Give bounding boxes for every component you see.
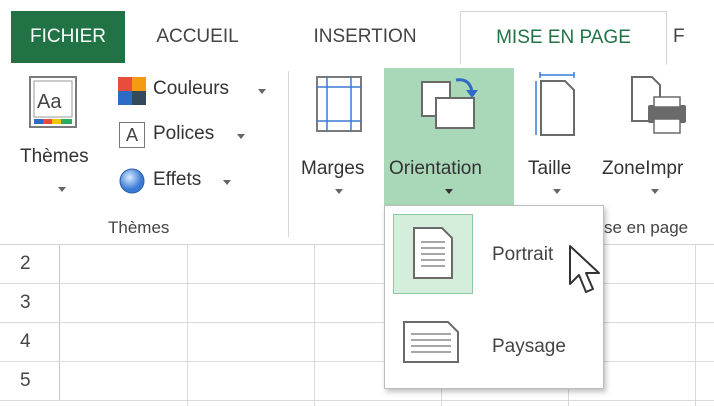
portrait-icon-box [393, 214, 473, 294]
tab-file[interactable]: FICHIER [11, 11, 125, 63]
mouse-cursor-icon [569, 245, 600, 293]
ribbon-panel: Aa Thèmes Couleurs A Polices Effets Thèm… [0, 63, 714, 245]
themes-icon: Aa [29, 76, 77, 128]
portrait-label: Portrait [492, 244, 554, 265]
size-button[interactable]: Taille [520, 71, 592, 203]
chevron-down-icon [223, 180, 231, 185]
row-header[interactable]: 5 [0, 362, 60, 400]
print-area-icon [631, 76, 686, 134]
size-icon [535, 72, 575, 136]
orientation-button[interactable]: Orientation [384, 68, 514, 208]
chevron-down-icon [258, 89, 266, 94]
effects-label: Effets [153, 169, 202, 190]
row-header[interactable]: 4 [0, 323, 60, 361]
table-row: 2 [0, 245, 714, 284]
tab-formulas-partial[interactable]: F [665, 11, 714, 63]
colors-button[interactable]: Couleurs [117, 75, 277, 107]
chevron-down-icon [553, 189, 561, 194]
effects-button[interactable]: Effets [117, 166, 277, 198]
svg-text:Aa: Aa [37, 91, 62, 113]
column-gridline [314, 245, 315, 406]
margins-label: Marges [301, 158, 365, 179]
row-header[interactable]: 3 [0, 284, 60, 322]
fonts-icon: A [119, 122, 145, 148]
table-row: 4 [0, 323, 714, 362]
tab-page-layout[interactable]: MISE EN PAGE [460, 11, 667, 65]
table-row: 5 [0, 362, 714, 401]
chevron-down-icon [237, 134, 245, 139]
colors-icon [118, 77, 146, 105]
row-header[interactable]: 2 [0, 245, 60, 283]
size-label: Taille [528, 158, 572, 179]
worksheet-grid: 2 3 4 5 [0, 245, 714, 406]
themes-button[interactable]: Aa Thèmes [14, 71, 106, 203]
print-area-label: ZoneImpr [602, 158, 684, 179]
tab-insert[interactable]: INSERTION [270, 11, 460, 63]
page-setup-group-label: se en page [604, 218, 689, 237]
chevron-down-icon [335, 189, 343, 194]
tab-home[interactable]: ACCUEIL [125, 11, 270, 63]
themes-button-label: Thèmes [20, 146, 89, 167]
group-separator [288, 71, 289, 237]
print-area-button[interactable]: ZoneImpr [598, 71, 714, 203]
effects-icon [119, 168, 145, 194]
ribbon-tab-bar: FICHIER ACCUEIL INSERTION MISE EN PAGE F [0, 0, 714, 65]
colors-label: Couleurs [153, 78, 230, 99]
margins-button[interactable]: Marges [298, 71, 380, 203]
orientation-label: Orientation [389, 158, 482, 179]
table-row: 3 [0, 284, 714, 323]
themes-group-label: Thèmes [108, 218, 170, 237]
orientation-icon [421, 78, 478, 129]
portrait-page-icon [413, 227, 453, 279]
landscape-label: Paysage [492, 336, 566, 357]
column-gridline [695, 245, 696, 406]
chevron-down-icon [58, 187, 66, 192]
landscape-page-icon [403, 321, 459, 363]
margins-icon [316, 76, 362, 132]
column-gridline [187, 245, 188, 406]
fonts-button[interactable]: A Polices [117, 120, 277, 152]
menu-item-landscape[interactable]: Paysage [385, 298, 601, 386]
chevron-down-icon [651, 189, 659, 194]
fonts-label: Polices [153, 123, 215, 144]
chevron-down-icon [445, 189, 453, 194]
